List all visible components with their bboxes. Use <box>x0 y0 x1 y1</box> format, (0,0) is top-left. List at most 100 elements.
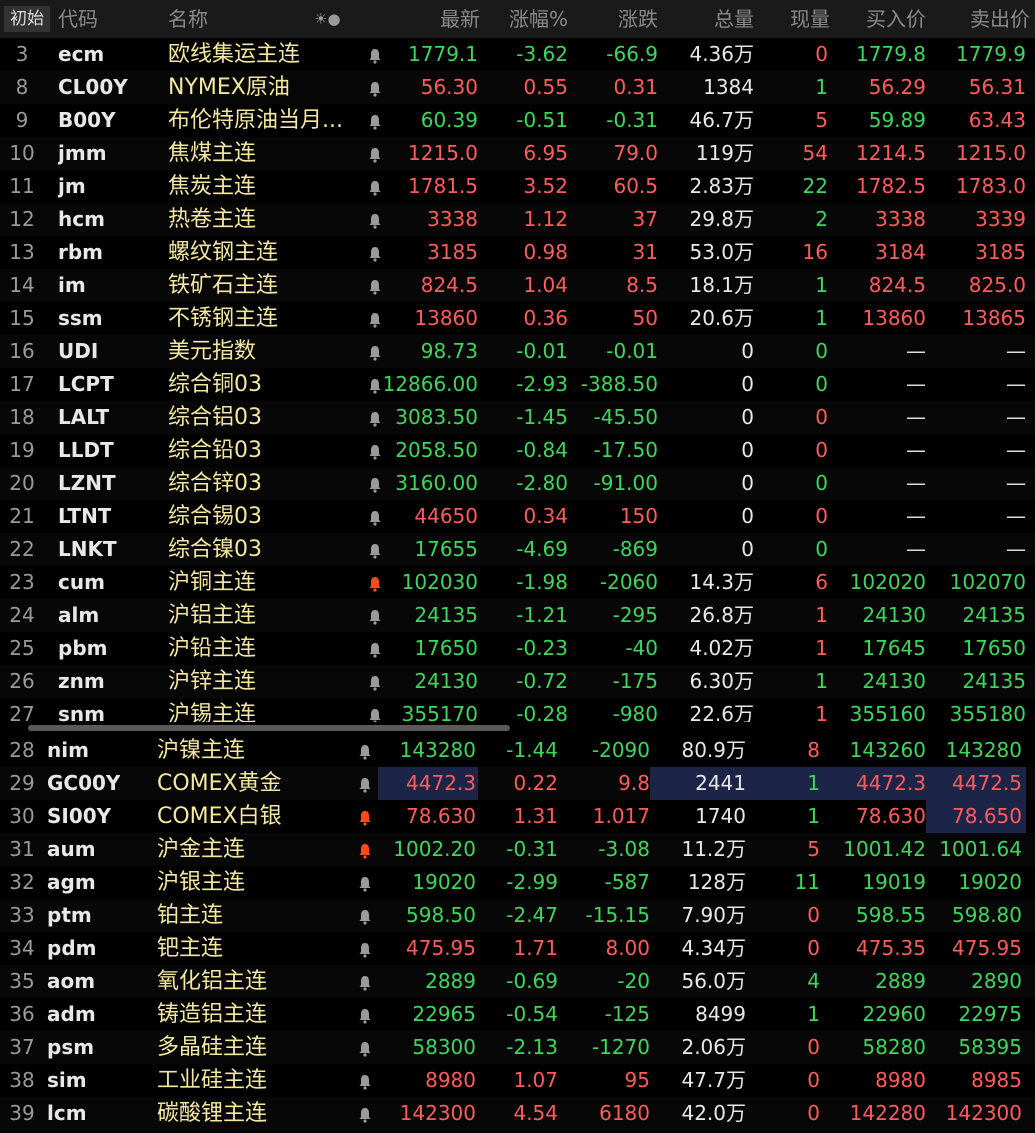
last-price: 1779.1 <box>408 42 478 66</box>
current-volume: 0 <box>815 42 828 66</box>
change-percent: -2.80 <box>516 471 568 495</box>
total-volume-value: 11.2 <box>681 837 726 861</box>
table-row[interactable]: 15 ssm 不锈钢主连 13860 0.36 50 20.6万 1 13860 13865 <box>0 302 1035 335</box>
change-percent: -0.54 <box>506 1002 558 1026</box>
table-row[interactable]: 19 LLDT 综合铅03 2058.50 -0.84 -17.50 0 0 — — <box>0 434 1035 467</box>
col-cur-header[interactable]: 现量 <box>754 0 830 38</box>
change-value: 6180 <box>599 1101 650 1125</box>
col-pct-header[interactable]: 涨幅% <box>480 0 568 38</box>
table-row[interactable]: 28 nim 沪镍主连 143280 -1.44 -2090 80.9万 8 143260 143… <box>0 734 1035 767</box>
table-row[interactable]: 14 im 铁矿石主连 824.5 1.04 8.5 18.1万 1 824.5 825.0 <box>0 269 1035 302</box>
current-volume: 0 <box>807 903 820 927</box>
table-row[interactable]: 26 znm 沪锌主连 24130 -0.72 -175 6.30万 1 24130 24135 <box>0 665 1035 698</box>
contract-code: cum <box>58 570 105 594</box>
current-volume: 1 <box>815 669 828 693</box>
bell-icon[interactable] <box>355 866 375 899</box>
row-number: 37 <box>9 1035 35 1059</box>
table-row[interactable]: 13 rbm 螺纹钢主连 3185 0.98 31 53.0万 16 3184 3185 <box>0 236 1035 269</box>
table-row[interactable]: 36 adm 铸造铝主连 22965 -0.54 -125 8499 1 22960 22975 <box>0 998 1035 1031</box>
table-row[interactable]: 23 cum 沪铜主连 102030 -1.98 -2060 14.3万 6 102020 102… <box>0 566 1035 599</box>
table-row[interactable]: 17 LCPT 综合铜03 12866.00 -2.93 -388.50 0 0 — — <box>0 368 1035 401</box>
total-volume: 119万 <box>658 137 754 170</box>
bell-icon[interactable] <box>355 734 375 767</box>
bell-icon[interactable] <box>355 1064 375 1097</box>
bell-icon[interactable] <box>355 833 375 866</box>
total-volume: 4.02万 <box>658 632 754 665</box>
header-sun-dot-icons[interactable]: ☀● <box>314 0 341 38</box>
bell-icon[interactable] <box>355 1097 375 1130</box>
change-value: -40 <box>625 636 658 660</box>
row-number: 33 <box>9 903 35 927</box>
table-row[interactable]: 25 pbm 沪铅主连 17650 -0.23 -40 4.02万 1 17645 17650 <box>0 632 1035 665</box>
table-row[interactable]: 22 LNKT 综合镍03 17655 -4.69 -869 0 0 — — <box>0 533 1035 566</box>
table-row[interactable]: 20 LZNT 综合锌03 3160.00 -2.80 -91.00 0 0 — — <box>0 467 1035 500</box>
table-row[interactable]: 35 aom 氧化铝主连 2889 -0.69 -20 56.0万 4 2889 2890 <box>0 965 1035 998</box>
quote-board: 初始 代码 名称 ☀● 最新 涨幅% 涨跌 总量 现量 买入价 卖出价 3 ecm… <box>0 0 1035 1133</box>
col-ask-header[interactable]: 卖出价 <box>926 0 1030 38</box>
change-value: 0.31 <box>613 75 658 99</box>
table-row[interactable]: 16 UDI 美元指数 98.73 -0.01 -0.01 0 0 — — <box>0 335 1035 368</box>
bell-icon[interactable] <box>355 932 375 965</box>
contract-name: 综合铅03 <box>168 438 262 463</box>
bell-icon[interactable] <box>355 1031 375 1064</box>
change-percent: 1.07 <box>513 1068 558 1092</box>
change-percent: 0.34 <box>523 504 568 528</box>
table-row[interactable]: 11 jm 焦炭主连 1781.5 3.52 60.5 2.83万 22 1782.5 1783.… <box>0 170 1035 203</box>
row-number: 15 <box>9 306 35 330</box>
change-percent: -2.93 <box>516 372 568 396</box>
init-button[interactable]: 初始 <box>4 6 50 32</box>
table-row[interactable]: 12 hcm 热卷主连 3338 1.12 37 29.8万 2 3338 3339 <box>0 203 1035 236</box>
bell-icon[interactable] <box>355 965 375 998</box>
bid-price: 78.630 <box>856 804 926 828</box>
table-row[interactable]: 31 aum 沪金主连 1002.20 -0.31 -3.08 11.2万 5 1001.42 1… <box>0 833 1035 866</box>
total-volume-value: 56.0 <box>681 969 726 993</box>
col-bid-header[interactable]: 买入价 <box>830 0 926 38</box>
volume-unit: 万 <box>726 837 746 861</box>
bell-icon[interactable] <box>355 767 375 800</box>
contract-name: 铂主连 <box>157 903 224 928</box>
volume-unit: 万 <box>734 636 754 660</box>
table-row[interactable]: 34 pdm 钯主连 475.95 1.71 8.00 4.34万 0 475.35 475.95 <box>0 932 1035 965</box>
total-volume-value: 128 <box>687 870 726 894</box>
total-volume-value: 119 <box>695 141 734 165</box>
contract-code: ptm <box>47 903 92 927</box>
table-row[interactable]: 32 agm 沪银主连 19020 -2.99 -587 128万 11 19019 19020 <box>0 866 1035 899</box>
contract-code: UDI <box>58 339 99 363</box>
horizontal-scrollbar[interactable] <box>28 725 510 731</box>
contract-name: 布伦特原油当月... <box>168 108 343 133</box>
contract-code: ecm <box>58 42 105 66</box>
total-volume: 11.2万 <box>650 833 746 866</box>
table-row[interactable]: 21 LTNT 综合锡03 44650 0.34 150 0 0 — — <box>0 500 1035 533</box>
table-row[interactable]: 39 lcm 碳酸锂主连 142300 4.54 6180 42.0万 0 142280 1423… <box>0 1097 1035 1130</box>
ask-price: 78.650 <box>926 800 1026 833</box>
col-last-header[interactable]: 最新 <box>380 0 480 38</box>
table-row[interactable]: 37 psm 多晶硅主连 58300 -2.13 -1270 2.06万 0 58280 5839… <box>0 1031 1035 1064</box>
last-price: 8980 <box>425 1068 476 1092</box>
col-vol-header[interactable]: 总量 <box>658 0 754 38</box>
table-row[interactable]: 18 LALT 综合铝03 3083.50 -1.45 -45.50 0 0 — — <box>0 401 1035 434</box>
col-code-header[interactable]: 代码 <box>58 0 98 38</box>
total-volume-value: 0 <box>741 471 754 495</box>
row-number: 38 <box>9 1068 35 1092</box>
table-row[interactable]: 9 B00Y 布伦特原油当月... 60.39 -0.51 -0.31 46.7万 5 59.8… <box>0 104 1035 137</box>
table-row[interactable]: 3 ecm 欧线集运主连 1779.1 -3.62 -66.9 4.36万 0 1779.8 17… <box>0 38 1035 71</box>
bell-icon[interactable] <box>355 800 375 833</box>
bell-icon[interactable] <box>355 899 375 932</box>
table-row[interactable]: 33 ptm 铂主连 598.50 -2.47 -15.15 7.90万 0 598.55 598… <box>0 899 1035 932</box>
last-price: 17650 <box>414 636 478 660</box>
table-row[interactable]: 24 alm 沪铝主连 24135 -1.21 -295 26.8万 1 24130 24135 <box>0 599 1035 632</box>
table-row[interactable]: 30 SI00Y COMEX白银 78.630 1.31 1.017 1740 1 78.630… <box>0 800 1035 833</box>
table-row[interactable]: 8 CL00Y NYMEX原油 56.30 0.55 0.31 1384 1 56.29 56.3… <box>0 71 1035 104</box>
bid-price: 8980 <box>875 1068 926 1092</box>
table-row[interactable]: 10 jmm 焦煤主连 1215.0 6.95 79.0 119万 54 1214.5 1215.… <box>0 137 1035 170</box>
col-name-header[interactable]: 名称 <box>168 0 208 38</box>
col-chg-header[interactable]: 涨跌 <box>568 0 658 38</box>
current-volume: 0 <box>815 372 828 396</box>
table-row[interactable]: 38 sim 工业硅主连 8980 1.07 95 47.7万 0 8980 8985 <box>0 1064 1035 1097</box>
total-volume: 4.36万 <box>658 38 754 71</box>
table-row[interactable]: 29 GC00Y COMEX黄金 4472.3 0.22 9.8 2441 1 4472.3 44… <box>0 767 1035 800</box>
row-number: 22 <box>9 537 35 561</box>
total-volume: 26.8万 <box>658 599 754 632</box>
bell-icon[interactable] <box>355 998 375 1031</box>
volume-unit: 万 <box>726 903 746 927</box>
